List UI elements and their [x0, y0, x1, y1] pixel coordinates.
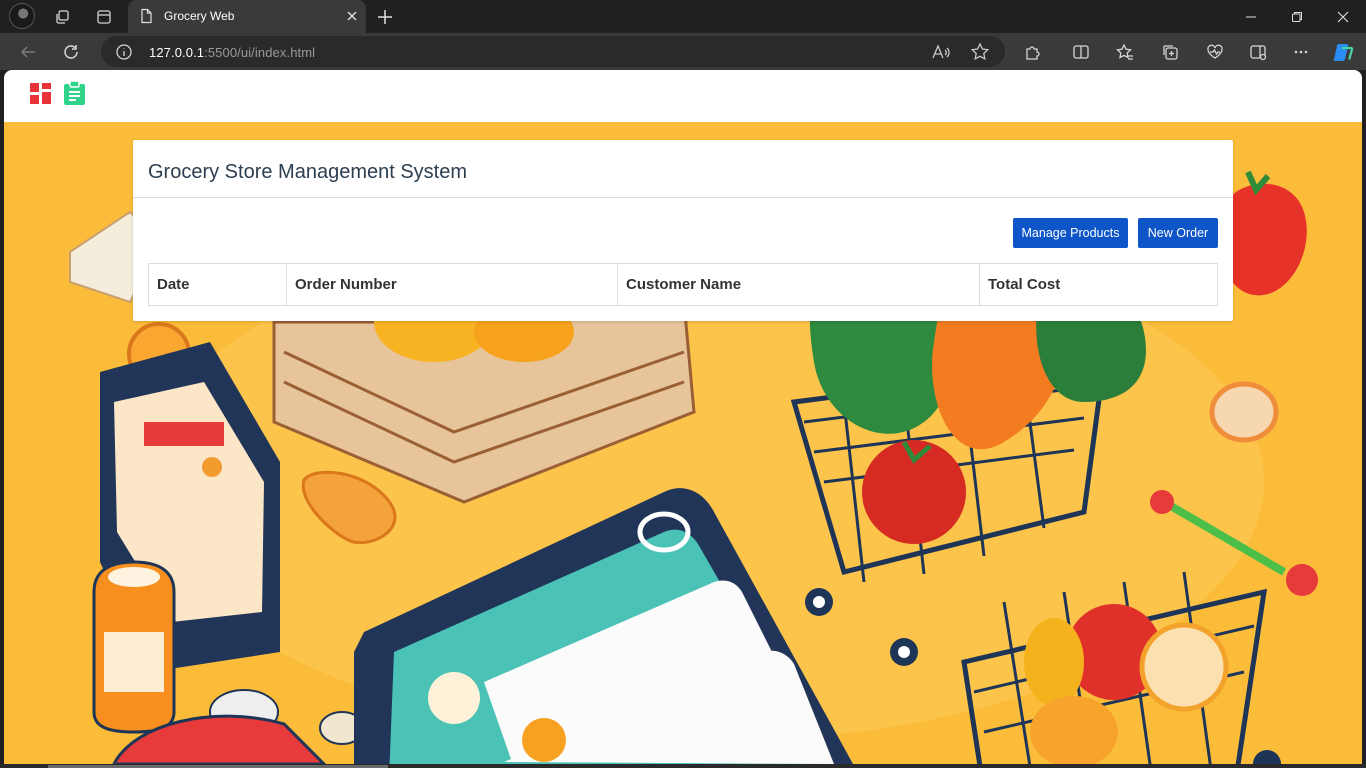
orders-table: Date Order Number Customer Name Total Co… — [148, 263, 1218, 306]
browser-essentials-icon[interactable] — [1202, 39, 1228, 65]
workspaces-icon[interactable] — [49, 4, 75, 30]
manage-products-button[interactable]: Manage Products — [1013, 218, 1128, 248]
url-text: 127.0.0.1:5500/ui/index.html — [149, 45, 315, 60]
read-aloud-icon[interactable] — [929, 41, 951, 63]
back-icon[interactable] — [15, 39, 41, 65]
copilot-icon[interactable] — [1330, 39, 1356, 65]
url-path: :5500/ui/index.html — [204, 45, 316, 60]
tab-actions-icon[interactable] — [91, 4, 117, 30]
extensions-icon[interactable] — [1020, 39, 1046, 65]
more-options-icon[interactable] — [1288, 39, 1314, 65]
page-viewport: Grocery Store Management System Manage P… — [4, 70, 1362, 764]
dashboard-grid-icon[interactable] — [30, 83, 51, 104]
favorite-star-icon[interactable] — [969, 41, 991, 63]
url-host: 127.0.0.1 — [149, 45, 205, 60]
new-order-button[interactable]: New Order — [1138, 218, 1218, 248]
close-window-icon[interactable] — [1320, 0, 1366, 33]
page-title: Grocery Store Management System — [148, 161, 468, 183]
top-navbar — [4, 70, 1362, 122]
clipboard-icon[interactable] — [64, 81, 85, 105]
minimize-icon[interactable] — [1228, 0, 1274, 33]
orders-panel: Grocery Store Management System Manage P… — [133, 140, 1233, 321]
address-bar[interactable]: 127.0.0.1:5500/ui/index.html — [101, 36, 1005, 67]
favorites-icon[interactable] — [1112, 39, 1138, 65]
column-header-total-cost: Total Cost — [988, 276, 1061, 293]
browser-tab-bar: Grocery Web — [0, 0, 1366, 33]
split-screen-icon[interactable] — [1068, 39, 1094, 65]
panel-header: Grocery Store Management System — [133, 140, 1233, 198]
column-header-order-number: Order Number — [287, 264, 618, 305]
page-icon — [141, 8, 152, 24]
tab-title: Grocery Web — [164, 9, 235, 23]
tab-grocery-web[interactable]: Grocery Web — [128, 0, 366, 33]
column-header-customer-name: Customer Name — [618, 264, 980, 305]
browser-toolbar: 127.0.0.1:5500/ui/index.html — [0, 33, 1366, 70]
profile-avatar-icon[interactable] — [9, 3, 35, 29]
refresh-icon[interactable] — [58, 39, 84, 65]
new-tab-icon[interactable] — [372, 4, 398, 30]
collections-icon[interactable] — [1157, 39, 1183, 65]
close-tab-icon[interactable] — [344, 8, 360, 24]
column-header-date: Date — [149, 264, 287, 305]
sidebar-toggle-icon[interactable] — [1245, 39, 1271, 65]
site-info-icon[interactable] — [115, 43, 133, 61]
restore-icon[interactable] — [1274, 0, 1320, 33]
